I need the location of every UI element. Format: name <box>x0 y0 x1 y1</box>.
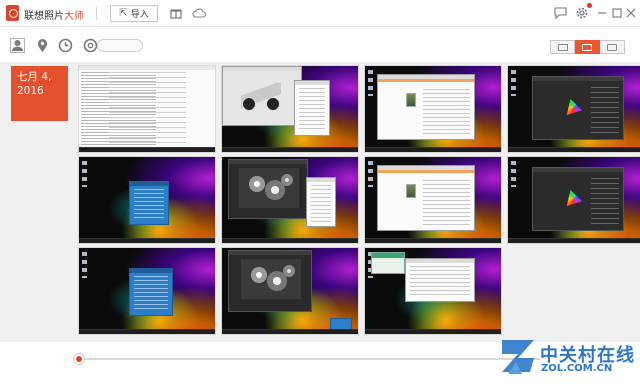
import-label: 导入 <box>130 10 149 20</box>
photo-thumbnail[interactable] <box>364 156 502 244</box>
zol-logo-icon <box>500 336 536 376</box>
photo-thumbnail[interactable] <box>78 65 216 153</box>
photo-thumbnail[interactable] <box>221 247 359 335</box>
app-title: 联想照片大师 <box>24 7 84 22</box>
detail-view-icon[interactable] <box>550 40 575 54</box>
minimize-icon[interactable] <box>595 6 609 20</box>
app-logo-icon <box>6 5 19 21</box>
date-group-label: 七月 4, 2016 <box>17 71 52 97</box>
photo-thumbnail[interactable] <box>78 247 216 335</box>
app-title-main: 联想照片 <box>24 11 64 22</box>
photo-thumbnail[interactable] <box>221 65 359 153</box>
time-filter-icon[interactable] <box>58 38 73 53</box>
gift-icon[interactable] <box>169 6 183 20</box>
person-filter-icon[interactable] <box>10 38 25 53</box>
photo-thumbnail[interactable] <box>507 65 640 153</box>
chat-icon[interactable] <box>553 6 567 20</box>
maximize-icon[interactable] <box>610 6 624 20</box>
photo-thumbnail[interactable] <box>221 156 359 244</box>
gear-icon[interactable] <box>575 6 589 20</box>
folder-view-icon[interactable] <box>600 40 625 54</box>
timeline-track[interactable] <box>80 358 540 360</box>
photo-thumbnail[interactable] <box>364 65 502 153</box>
photo-thumbnail[interactable] <box>78 156 216 244</box>
filter-toolbar <box>0 27 640 62</box>
location-filter-icon[interactable] <box>35 38 50 53</box>
date-group-tile[interactable]: 七月 4, 2016 <box>11 66 68 121</box>
photo-thumbnail[interactable] <box>364 247 502 335</box>
watermark-en: ZOL.COM.CN <box>541 363 613 374</box>
timeline-handle[interactable] <box>73 353 85 365</box>
photo-thumbnail[interactable] <box>507 156 640 244</box>
photo-view-icon[interactable] <box>575 40 600 54</box>
search-icon[interactable] <box>83 38 98 53</box>
title-bar: 联想照片大师 ⇱ 导入 <box>0 0 640 27</box>
app-title-accent: 大师 <box>64 11 84 22</box>
notification-badge <box>587 3 592 8</box>
import-button[interactable]: ⇱ 导入 <box>110 5 158 22</box>
title-divider <box>96 7 97 20</box>
view-mode-toggle <box>550 40 625 54</box>
close-icon[interactable] <box>624 6 638 20</box>
import-icon: ⇱ <box>119 8 128 19</box>
search-input[interactable] <box>97 39 143 52</box>
cloud-icon[interactable] <box>192 6 206 20</box>
